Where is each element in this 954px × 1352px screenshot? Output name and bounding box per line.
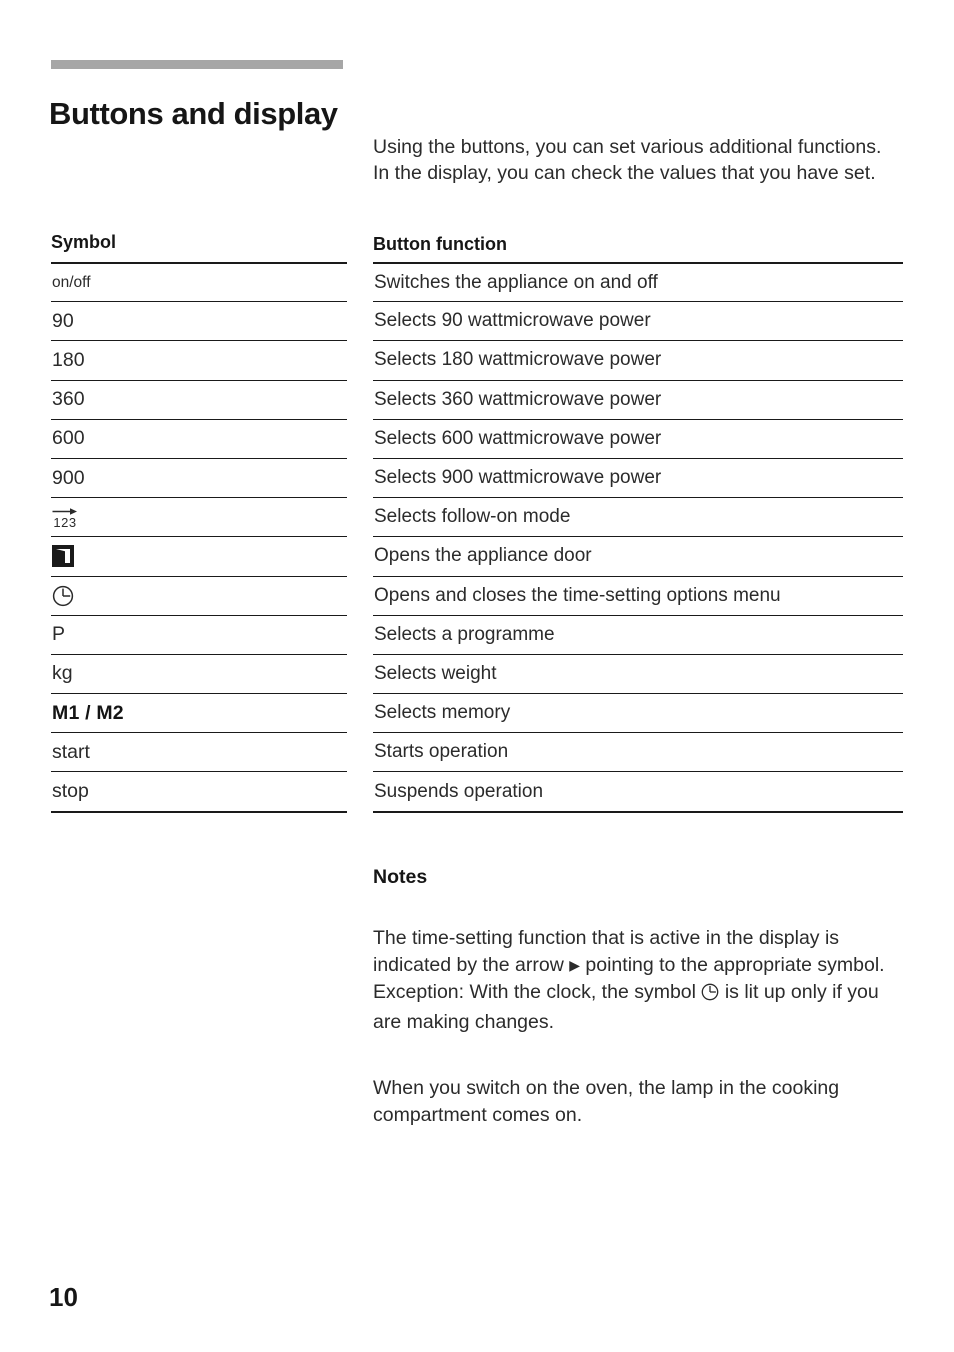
symbol-label: 600 (52, 427, 85, 450)
arrow-over-123-icon: 123 (52, 507, 78, 529)
right-triangle-arrow-icon: ▶ (569, 956, 580, 973)
column-header-function: Button function (373, 234, 507, 254)
appliance-door-icon (52, 545, 74, 568)
table-row: Opens the appliance door (0, 536, 954, 575)
symbol-label: 180 (52, 348, 85, 371)
table-row: 123 Selects follow-on mode (0, 497, 954, 536)
function-cell: Switches the appliance on and off (373, 262, 903, 301)
table-row: M1 / M2 Selects memory (0, 693, 954, 732)
symbol-label: 900 (52, 466, 85, 489)
table-row: 90 Selects 90 wattmicrowave power (0, 301, 954, 340)
function-cell: Starts operation (373, 732, 903, 771)
symbol-label: 90 (52, 309, 74, 332)
symbol-cell: M1 / M2 (51, 693, 347, 732)
notes-text-c: Exception: With the clock, the symbol (373, 980, 696, 1003)
table-row: start Starts operation (0, 732, 954, 771)
function-cell: Opens and closes the time-setting option… (373, 575, 903, 615)
symbol-label: 360 (52, 388, 85, 411)
symbol-label: start (52, 740, 90, 763)
function-cell: Selects 600 wattmicrowave power (373, 418, 903, 458)
function-cell: Opens the appliance door (373, 536, 903, 575)
function-cell: Selects 360 wattmicrowave power (373, 379, 903, 419)
table-row: on/off Switches the appliance on and off (0, 262, 954, 301)
function-cell: Selects 180 wattmicrowave power (373, 340, 903, 379)
table-row: 600 Selects 600 wattmicrowave power (0, 418, 954, 458)
function-cell: Selects 90 wattmicrowave power (373, 301, 903, 340)
table-bottom-rule (0, 810, 954, 813)
symbol-cell: 900 (51, 457, 347, 497)
symbol-cell: 90 (51, 301, 347, 340)
symbol-cell: start (51, 732, 347, 771)
follow-on-digits: 123 (53, 515, 77, 531)
notes-text-b: pointing to the appropriate symbol. (585, 953, 885, 976)
symbol-label: on/off (52, 273, 91, 291)
function-cell: Selects weight (373, 653, 903, 693)
clock-icon (701, 982, 719, 1009)
page-number: 10 (49, 1282, 78, 1312)
document-page: Buttons and display Using the buttons, y… (0, 0, 954, 1352)
table-row: 360 Selects 360 wattmicrowave power (0, 379, 954, 419)
notes-paragraph-1: The time-setting function that is active… (373, 925, 908, 1036)
symbol-cell (51, 536, 347, 575)
table-bottom-rule-right (373, 810, 903, 813)
symbol-cell: on/off (51, 262, 347, 301)
buttons-table: on/off Switches the appliance on and off… (0, 262, 954, 813)
page-title: Buttons and display (49, 95, 338, 131)
table-row: P Selects a programme (0, 614, 954, 654)
symbol-cell: kg (51, 653, 347, 693)
symbol-label: P (52, 623, 66, 646)
symbol-cell (51, 575, 347, 615)
symbol-label: M1 / M2 (52, 701, 124, 724)
table-bottom-rule-left (51, 810, 347, 813)
function-cell: Selects 900 wattmicrowave power (373, 457, 903, 497)
symbol-cell: 360 (51, 379, 347, 419)
clock-icon (52, 585, 74, 607)
function-cell: Selects a programme (373, 614, 903, 654)
table-row: 900 Selects 900 wattmicrowave power (0, 457, 954, 497)
symbol-cell: P (51, 614, 347, 654)
function-cell: Suspends operation (373, 771, 903, 810)
symbol-cell: 600 (51, 418, 347, 458)
symbol-cell: 180 (51, 340, 347, 379)
symbol-cell: 123 (51, 497, 347, 536)
column-header-symbol: Symbol (51, 232, 117, 252)
function-cell: Selects follow-on mode (373, 497, 903, 536)
notes-paragraph-2: When you switch on the oven, the lamp in… (373, 1076, 840, 1126)
intro-paragraph: Using the buttons, you can set various a… (373, 135, 882, 185)
symbol-label: stop (52, 780, 89, 803)
table-row: kg Selects weight (0, 653, 954, 693)
symbol-cell: stop (51, 771, 347, 810)
symbol-label: kg (52, 662, 73, 685)
table-row: 180 Selects 180 wattmicrowave power (0, 340, 954, 379)
table-row: Opens and closes the time-setting option… (0, 575, 954, 615)
notes-heading: Notes (373, 866, 428, 888)
function-cell: Selects memory (373, 693, 903, 732)
table-row: stop Suspends operation (0, 771, 954, 810)
title-accent-bar (51, 60, 343, 69)
